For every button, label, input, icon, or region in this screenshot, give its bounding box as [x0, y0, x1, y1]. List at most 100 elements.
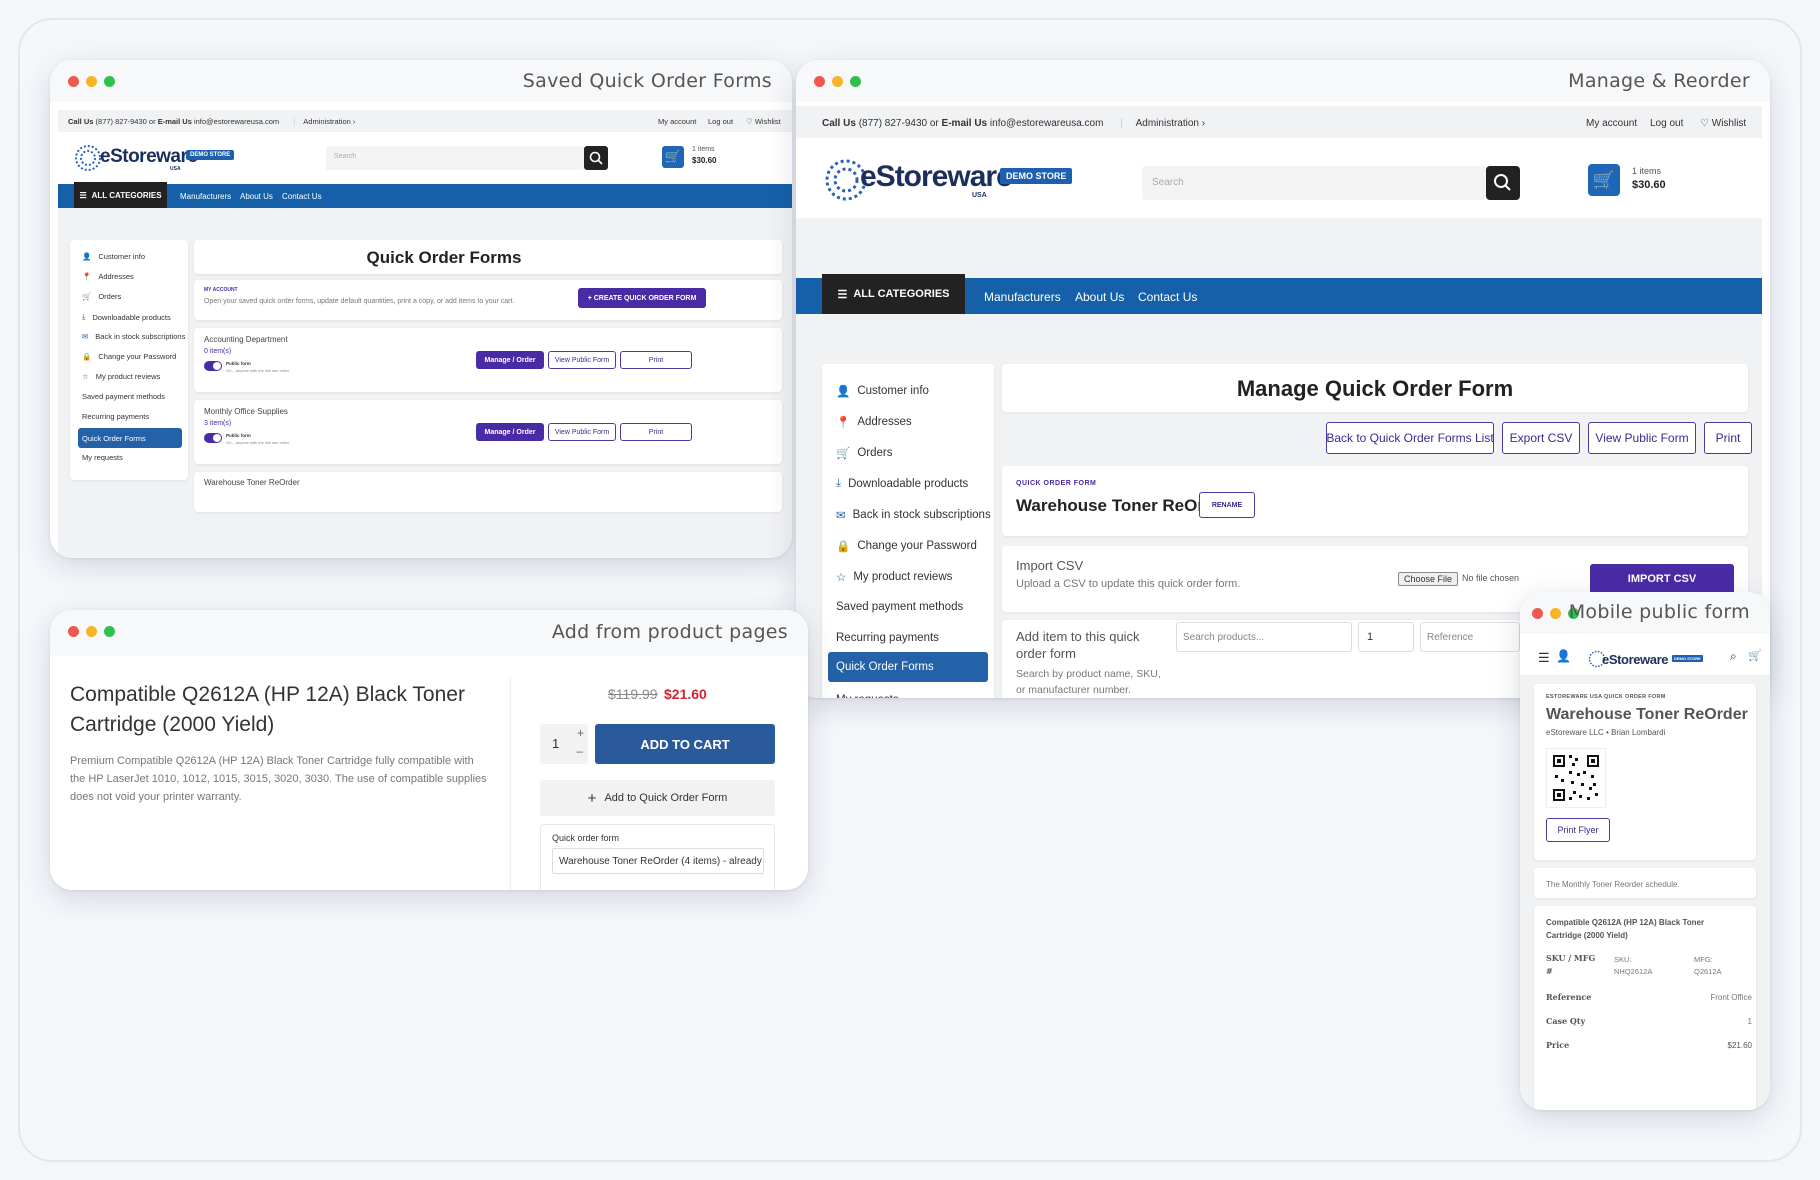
all-categories-button[interactable]: ☰ ALL CATEGORIES [74, 182, 167, 208]
admin-link[interactable]: Administration [1136, 118, 1199, 129]
qr-code-icon [1553, 755, 1599, 801]
view-public-form-button[interactable]: View Public Form [1588, 422, 1696, 454]
import-title: Import CSV [1016, 558, 1084, 573]
sidebar-item-payment-methods[interactable]: Saved payment methods [836, 601, 963, 613]
choose-file-button[interactable]: Choose File [1398, 572, 1459, 586]
close-dot[interactable] [814, 76, 825, 87]
rename-button[interactable]: RENAME [1199, 492, 1255, 518]
user-icon: 👤 [836, 386, 851, 398]
sidebar-item-downloadable[interactable]: ⤓ Downloadable products [836, 477, 968, 490]
sidebar-item-orders[interactable]: 🛒 Orders [82, 292, 121, 301]
nav-link-manufacturers[interactable]: Manufacturers [180, 192, 231, 201]
close-dot[interactable] [1532, 608, 1543, 619]
search-input[interactable]: Search [1142, 166, 1486, 200]
sidebar-item-recurring[interactable]: Recurring payments [82, 412, 149, 421]
all-categories-button[interactable]: ☰ ALL CATEGORIES [822, 274, 965, 314]
my-account-link[interactable]: My account [1586, 118, 1637, 129]
maximize-dot[interactable] [104, 626, 115, 637]
close-dot[interactable] [68, 76, 79, 87]
minimize-dot[interactable] [832, 76, 843, 87]
cart-widget[interactable]: 🛒 1 items $30.60 [662, 146, 742, 172]
search-button[interactable] [1486, 166, 1520, 200]
minimize-dot[interactable] [1550, 608, 1561, 619]
logo[interactable]: eStoreware DEMO STORE [1588, 650, 1718, 670]
print-flyer-button[interactable]: Print Flyer [1546, 818, 1610, 842]
add-to-cart-button[interactable]: ADD TO CART [595, 724, 775, 764]
close-dot[interactable] [68, 626, 79, 637]
nav-link-about[interactable]: About Us [1075, 290, 1124, 304]
sidebar-item-reviews[interactable]: ☆ My product reviews [82, 372, 160, 381]
qr-code [1546, 748, 1606, 808]
email-link[interactable]: info@estorewareusa.com [194, 117, 279, 126]
logout-link[interactable]: Log out [1650, 118, 1683, 129]
add-to-quick-order-form-button[interactable]: + Add to Quick Order Form [540, 780, 775, 816]
import-csv-button[interactable]: IMPORT CSV [1590, 564, 1734, 594]
search-icon[interactable]: ⌕ [1730, 649, 1737, 664]
email-link[interactable]: info@estorewareusa.com [990, 118, 1104, 129]
sidebar-item-quick-order-forms[interactable]: Quick Order Forms [828, 652, 988, 682]
sku-label: SKU / MFG # [1546, 953, 1596, 976]
nav-link-about[interactable]: About Us [240, 192, 273, 201]
search-button[interactable] [584, 146, 608, 170]
public-toggle[interactable] [204, 433, 222, 443]
sidebar-item-orders[interactable]: 🛒 Orders [836, 446, 892, 460]
quantity-input[interactable]: 1 [1358, 622, 1414, 652]
lock-icon: 🔒 [82, 352, 92, 361]
mail-icon: ✉ [836, 510, 846, 522]
sidebar-item-requests[interactable]: My requests [82, 453, 123, 462]
sale-price: $21.60 [664, 686, 707, 702]
sidebar-item-requests[interactable]: My requests [836, 694, 899, 698]
user-icon[interactable]: 👤 [1556, 649, 1571, 663]
print-button[interactable]: Print [1704, 422, 1752, 454]
logo[interactable]: eStoreware DEMO STORE USA [824, 158, 1084, 206]
minimize-dot[interactable] [86, 76, 97, 87]
manage-order-button[interactable]: Manage / Order [476, 423, 544, 441]
reference-input[interactable]: Reference [1420, 622, 1520, 652]
sidebar-item-password[interactable]: 🔒 Change your Password [836, 539, 977, 553]
intro-text: Open your saved quick order forms, updat… [204, 298, 515, 305]
nav-link-contact[interactable]: Contact Us [1138, 290, 1197, 304]
sidebar-item-back-in-stock[interactable]: ✉ Back in stock subscriptions [82, 332, 185, 341]
sidebar-item-customer-info[interactable]: 👤 Customer info [836, 384, 929, 398]
print-button[interactable]: Print [620, 351, 692, 369]
sidebar-item-back-in-stock[interactable]: ✉ Back in stock subscriptions [836, 508, 991, 522]
export-csv-button[interactable]: Export CSV [1502, 422, 1580, 454]
sidebar-item-customer-info[interactable]: 👤 Customer info [82, 252, 145, 261]
quick-order-form-select[interactable]: Warehouse Toner ReOrder (4 items) - alre… [552, 848, 764, 874]
decrement-icon[interactable]: – [576, 744, 583, 758]
sidebar-item-payment-methods[interactable]: Saved payment methods [82, 392, 165, 401]
maximize-dot[interactable] [850, 76, 861, 87]
increment-icon[interactable]: + [577, 726, 584, 740]
back-to-list-button[interactable]: Back to Quick Order Forms List [1326, 422, 1494, 454]
sidebar-item-addresses[interactable]: 📍 Addresses [836, 415, 912, 429]
sidebar-item-recurring[interactable]: Recurring payments [836, 632, 939, 644]
maximize-dot[interactable] [104, 76, 115, 87]
minimize-dot[interactable] [86, 626, 97, 637]
view-public-form-button[interactable]: View Public Form [548, 351, 616, 369]
cart-icon[interactable]: 🛒 [1748, 649, 1762, 662]
sidebar-item-password[interactable]: 🔒 Change your Password [82, 352, 176, 361]
window-mobile-form: Mobile public form ☰ 👤 eStoreware DEMO S… [1520, 592, 1770, 1110]
admin-link[interactable]: Administration [303, 117, 351, 126]
menu-icon[interactable]: ☰ [1538, 650, 1550, 666]
product-search-input[interactable]: Search products... [1176, 622, 1352, 652]
sidebar-item-addresses[interactable]: 📍 Addresses [82, 272, 134, 281]
logout-link[interactable]: Log out [708, 117, 733, 126]
view-public-form-button[interactable]: View Public Form [548, 423, 616, 441]
print-button[interactable]: Print [620, 423, 692, 441]
manage-order-button[interactable]: Manage / Order [476, 351, 544, 369]
create-quick-order-form-button[interactable]: + CREATE QUICK ORDER FORM [578, 288, 706, 308]
public-toggle[interactable] [204, 361, 222, 371]
nav-link-contact[interactable]: Contact Us [282, 192, 322, 201]
sidebar-item-quick-order-forms[interactable]: Quick Order Forms [78, 428, 182, 448]
search-input[interactable]: Search [326, 146, 584, 170]
wishlist-link[interactable]: ♡ Wishlist [746, 117, 781, 126]
nav-link-manufacturers[interactable]: Manufacturers [984, 290, 1061, 304]
logo[interactable]: eStoreware DEMO STORE USA [74, 144, 235, 174]
cart-widget[interactable]: 🛒 1 items $30.60 [1588, 164, 1698, 202]
wishlist-link[interactable]: ♡ Wishlist [1700, 118, 1746, 129]
sidebar-item-reviews[interactable]: ☆ My product reviews [836, 570, 952, 584]
quantity-stepper[interactable]: 1 + – [540, 724, 588, 764]
my-account-link[interactable]: My account [658, 117, 696, 126]
sidebar-item-downloadable[interactable]: ⤓ Downloadable products [82, 312, 171, 322]
